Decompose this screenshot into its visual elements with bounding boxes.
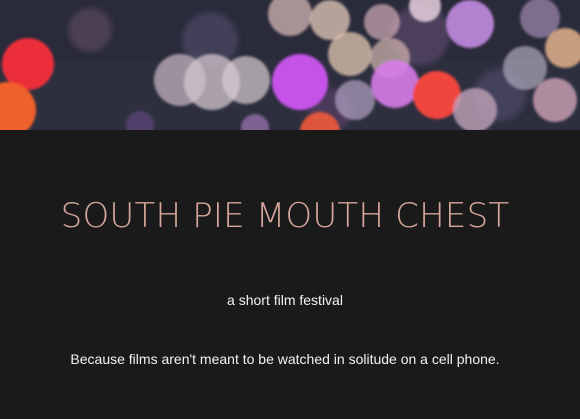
page: SOUTH PIE MOUTH CHEST a short film festi… <box>0 0 580 419</box>
hero-banner <box>0 0 580 130</box>
bokeh-lights-image <box>0 0 580 130</box>
tagline-text: Because films aren't meant to be watched… <box>70 351 500 367</box>
page-subtitle: a short film festival <box>227 292 343 308</box>
main-content: SOUTH PIE MOUTH CHEST a short film festi… <box>0 130 580 419</box>
page-title: SOUTH PIE MOUTH CHEST <box>60 196 510 236</box>
